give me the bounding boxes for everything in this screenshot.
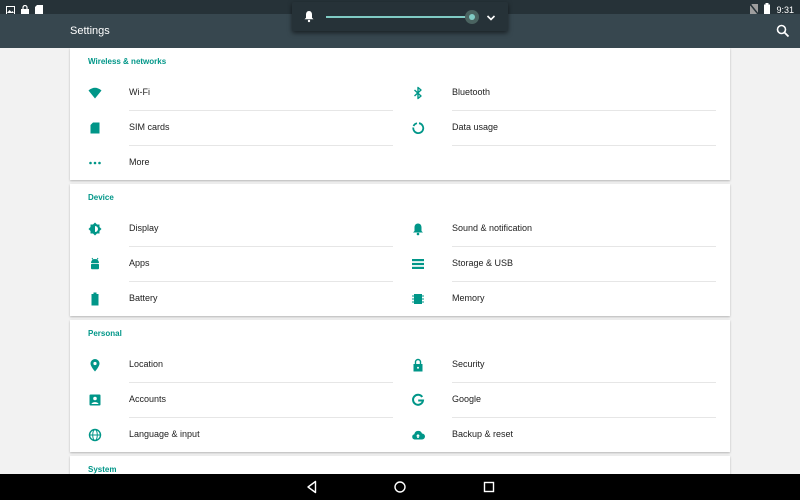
settings-item-location[interactable]: Location xyxy=(80,347,393,382)
settings-list[interactable]: Wireless & networks Wi-Fi Bluetooth SIM … xyxy=(0,48,800,474)
settings-item-backup-reset[interactable]: Backup & reset xyxy=(403,417,716,452)
settings-item-bluetooth[interactable]: Bluetooth xyxy=(403,75,716,110)
memory-icon xyxy=(411,292,425,306)
settings-item-label: Storage & USB xyxy=(452,258,514,268)
settings-item-label: Apps xyxy=(129,258,150,268)
sim-card-icon xyxy=(88,121,102,135)
settings-item-label: More xyxy=(129,157,150,167)
settings-item-apps[interactable]: Apps xyxy=(80,246,393,281)
navigation-bar xyxy=(0,474,800,500)
settings-item-label: Battery xyxy=(129,293,158,303)
bell-icon xyxy=(411,222,425,236)
bell-icon[interactable] xyxy=(303,10,315,23)
settings-item-label: Memory xyxy=(452,293,485,303)
section-header: Personal xyxy=(88,329,122,338)
settings-item-sound-notification[interactable]: Sound & notification xyxy=(403,211,716,246)
section-system: System xyxy=(70,456,730,474)
chevron-down-icon[interactable] xyxy=(485,11,497,23)
settings-item-data-usage[interactable]: Data usage xyxy=(403,110,716,145)
settings-item-label: SIM cards xyxy=(129,122,170,132)
settings-item-sim-cards[interactable]: SIM cards xyxy=(80,110,393,145)
settings-item-language-input[interactable]: Language & input xyxy=(80,417,393,452)
settings-item-label: Security xyxy=(452,359,485,369)
settings-item-label: Display xyxy=(129,223,159,233)
wifi-icon xyxy=(88,86,102,100)
page-title: Settings xyxy=(70,25,110,37)
section-wireless-networks: Wireless & networks Wi-Fi Bluetooth SIM … xyxy=(70,48,730,180)
volume-slider-thumb[interactable] xyxy=(465,10,479,24)
settings-item-label: Sound & notification xyxy=(452,223,533,233)
home-icon[interactable] xyxy=(393,480,407,494)
search-icon[interactable] xyxy=(776,24,790,38)
settings-item-more[interactable]: More xyxy=(80,145,393,180)
volume-panel xyxy=(292,2,508,31)
google-icon xyxy=(411,393,425,407)
android-icon xyxy=(88,257,102,271)
volume-slider-track[interactable] xyxy=(326,16,472,18)
settings-item-memory[interactable]: Memory xyxy=(403,281,716,316)
location-icon xyxy=(88,358,102,372)
divider xyxy=(452,145,716,146)
back-icon[interactable] xyxy=(305,480,319,494)
section-header: Wireless & networks xyxy=(88,57,167,66)
section-header: System xyxy=(88,465,117,474)
section-device: Device Display Sound & notification Apps xyxy=(70,184,730,316)
settings-item-label: Data usage xyxy=(452,122,499,132)
globe-icon xyxy=(88,428,102,442)
recents-icon[interactable] xyxy=(482,480,496,494)
settings-item-label: Bluetooth xyxy=(452,87,491,97)
settings-item-label: Location xyxy=(129,359,164,369)
settings-item-security[interactable]: Security xyxy=(403,347,716,382)
battery-icon xyxy=(88,292,102,306)
settings-item-display[interactable]: Display xyxy=(80,211,393,246)
more-icon xyxy=(88,156,102,170)
cloud-upload-icon xyxy=(411,428,425,442)
settings-item-wifi[interactable]: Wi-Fi xyxy=(80,75,393,110)
settings-item-google[interactable]: Google xyxy=(403,382,716,417)
data-usage-icon xyxy=(411,121,425,135)
section-personal: Personal Location Security Accounts Goog… xyxy=(70,320,730,452)
settings-item-label: Google xyxy=(452,394,482,404)
settings-item-label: Backup & reset xyxy=(452,429,514,439)
settings-item-accounts[interactable]: Accounts xyxy=(80,382,393,417)
storage-icon xyxy=(411,257,425,271)
account-icon xyxy=(88,393,102,407)
volume-slider-fill xyxy=(326,16,472,18)
settings-item-storage-usb[interactable]: Storage & USB xyxy=(403,246,716,281)
settings-item-label: Wi-Fi xyxy=(129,87,150,97)
settings-item-label: Language & input xyxy=(129,429,200,439)
settings-item-label: Accounts xyxy=(129,394,167,404)
bluetooth-icon xyxy=(411,86,425,100)
lock-icon xyxy=(411,358,425,372)
display-icon xyxy=(88,222,102,236)
section-header: Device xyxy=(88,193,114,202)
settings-item-battery[interactable]: Battery xyxy=(80,281,393,316)
